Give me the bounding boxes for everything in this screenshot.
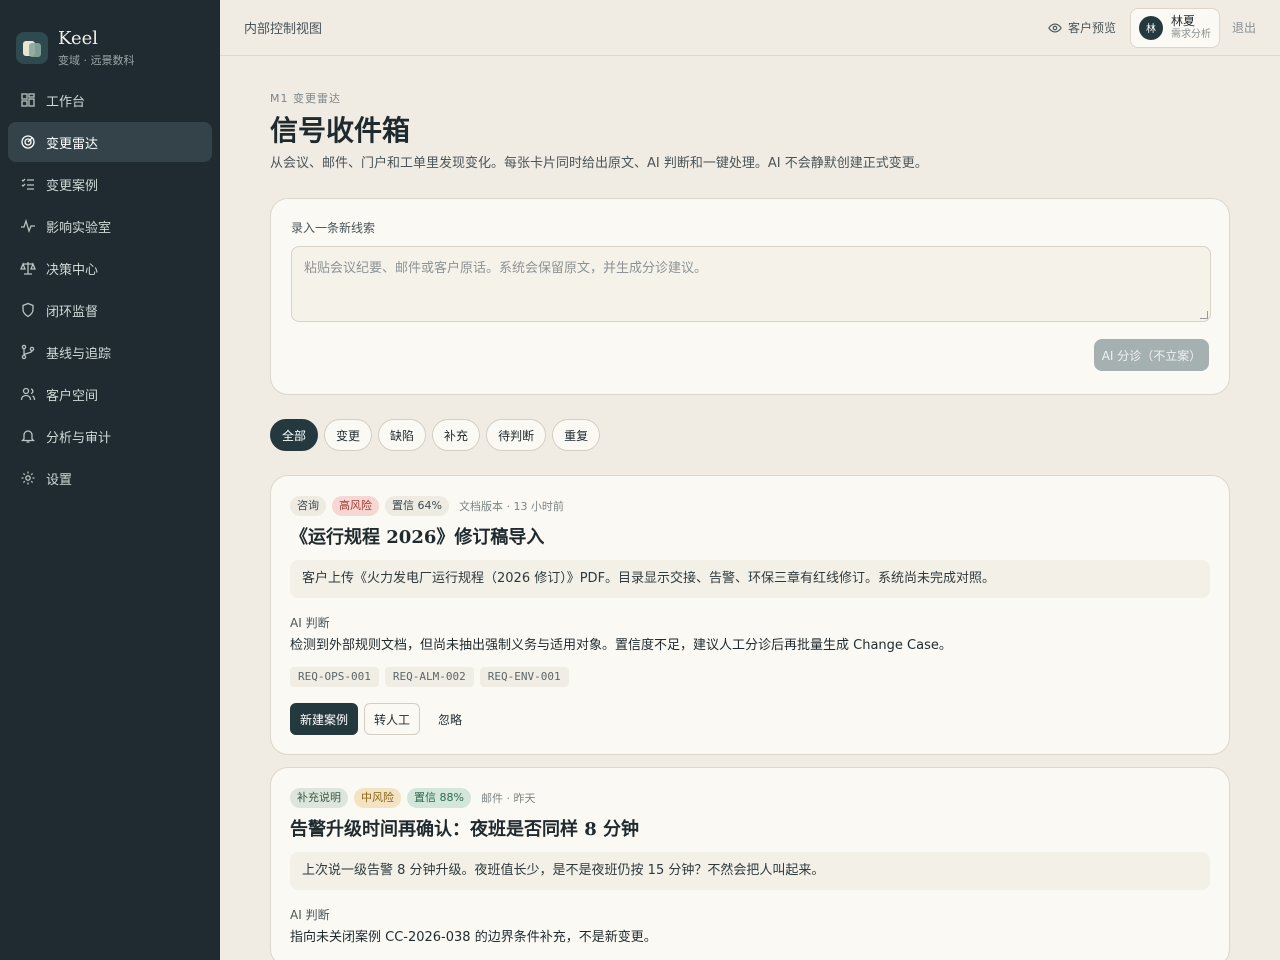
card-meta: 邮件 · 昨天 <box>480 792 536 805</box>
sidebar-item-change-radar[interactable]: 变更雷达 <box>8 122 212 162</box>
brand-subtitle: 变域 · 远景数科 <box>58 53 135 67</box>
sidebar: Keel 变域 · 远景数科 工作台 变更雷达 变更案例 影响实验室 决策中心 … <box>0 0 220 960</box>
source-quote: 客户上传《火力发电厂运行规程（2026 修订）》PDF。目录显示交接、告警、环保… <box>290 560 1210 598</box>
sidebar-item-label: 分析与审计 <box>46 430 112 446</box>
keel-logo-icon <box>16 32 48 64</box>
new-signal-label: 录入一条新线索 <box>291 221 376 235</box>
filter-tabs: 全部 变更 缺陷 补充 待判断 重复 <box>270 419 1230 451</box>
page-eyebrow: M1 变更雷达 <box>270 92 341 105</box>
type-badge: 咨询 <box>290 496 326 516</box>
card-tags: 咨询 高风险 置信 64% 文档版本 · 13 小时前 <box>290 496 1210 516</box>
ai-triage-button[interactable]: AI 分诊（不立案） <box>1094 339 1209 371</box>
card-actions: 新建案例 转人工 忽略 <box>290 703 1210 735</box>
source-quote: 上次说一级告警 8 分钟升级。夜班值长少，是不是夜班仍按 15 分钟？不然会把人… <box>290 852 1210 890</box>
ai-judgement-label: AI 判断 <box>290 908 330 922</box>
pulse-icon <box>20 218 36 234</box>
ai-judgement-text: 指向未关闭案例 CC-2026-038 的边界条件补充，不是新变更。 <box>290 930 657 945</box>
new-signal-textarea[interactable]: 粘贴会议纪要、邮件或客户原话。系统会保留原文，并生成分诊建议。 <box>291 246 1211 322</box>
customer-preview-label: 客户预览 <box>1067 21 1116 35</box>
sidebar-item-label: 设置 <box>46 472 73 488</box>
checklist-icon <box>20 176 36 192</box>
view-title: 内部控制视图 <box>244 22 323 37</box>
page-description: 从会议、邮件、门户和工单里发现变化。每张卡片同时给出原文、AI 判断和一键处理。… <box>270 156 928 171</box>
confidence-badge: 置信 64% <box>385 496 449 516</box>
sidebar-item-workbench[interactable]: 工作台 <box>8 80 212 120</box>
requirement-chip[interactable]: REQ-OPS-001 <box>290 667 379 687</box>
filter-pending[interactable]: 待判断 <box>486 419 547 451</box>
main-content: M1 变更雷达 信号收件箱 从会议、邮件、门户和工单里发现变化。每张卡片同时给出… <box>270 56 1230 960</box>
brand: Keel 变域 · 远景数科 <box>0 0 220 76</box>
avatar: 林 <box>1138 15 1163 40</box>
sidebar-item-decision-center[interactable]: 决策中心 <box>8 248 212 288</box>
filter-all[interactable]: 全部 <box>270 419 319 451</box>
user-role: 需求分析 <box>1170 29 1211 40</box>
sidebar-item-label: 闭环监督 <box>46 304 99 320</box>
brand-name: Keel <box>58 27 99 49</box>
risk-badge: 高风险 <box>332 496 379 516</box>
sidebar-item-settings[interactable]: 设置 <box>8 458 212 498</box>
card-title: 《运行规程 2026》修订稿导入 <box>290 527 545 548</box>
customer-preview-button[interactable]: 客户预览 <box>1048 19 1116 36</box>
filter-duplicate[interactable]: 重复 <box>552 419 601 451</box>
page-title: 信号收件箱 <box>270 114 411 147</box>
card-title: 告警升级时间再确认：夜班是否同样 8 分钟 <box>290 819 640 840</box>
new-signal-panel: 录入一条新线索 粘贴会议纪要、邮件或客户原话。系统会保留原文，并生成分诊建议。 … <box>270 198 1230 395</box>
card-meta: 文档版本 · 13 小时前 <box>458 500 564 513</box>
sidebar-item-label: 变更案例 <box>46 178 99 194</box>
requirement-refs: REQ-OPS-001 REQ-ALM-002 REQ-ENV-001 <box>290 667 1210 687</box>
shield-icon <box>20 302 36 318</box>
signal-card: 补充说明 中风险 置信 88% 邮件 · 昨天 告警升级时间再确认：夜班是否同样… <box>270 767 1230 960</box>
sidebar-item-label: 决策中心 <box>46 262 99 278</box>
ai-judgement-label: AI 判断 <box>290 616 330 630</box>
escalate-manual-button[interactable]: 转人工 <box>364 703 421 735</box>
user-name: 林夏 <box>1170 14 1195 28</box>
users-icon <box>20 386 36 402</box>
user-menu[interactable]: 林 林夏 需求分析 <box>1129 7 1220 48</box>
sidebar-item-baseline[interactable]: 基线与追踪 <box>8 332 212 372</box>
risk-badge: 中风险 <box>354 788 401 808</box>
ai-judgement-text: 检测到外部规则文档，但尚未抽出强制义务与适用对象。置信度不足，建议人工分诊后再批… <box>290 638 952 653</box>
signal-card: 咨询 高风险 置信 64% 文档版本 · 13 小时前 《运行规程 2026》修… <box>270 475 1230 755</box>
confidence-badge: 置信 88% <box>407 788 471 808</box>
type-badge: 补充说明 <box>290 788 348 808</box>
eye-icon <box>1048 22 1062 33</box>
radar-icon <box>20 134 36 150</box>
ignore-button[interactable]: 忽略 <box>426 703 474 735</box>
sidebar-item-label: 工作台 <box>46 94 86 110</box>
bell-icon <box>20 428 36 444</box>
sidebar-nav: 工作台 变更雷达 变更案例 影响实验室 决策中心 闭环监督 基线与追踪 客户空间… <box>0 76 220 504</box>
sidebar-item-customer-space[interactable]: 客户空间 <box>8 374 212 414</box>
dashboard-icon <box>20 92 36 108</box>
branch-icon <box>20 344 36 360</box>
sidebar-item-impact-lab[interactable]: 影响实验室 <box>8 206 212 246</box>
card-tags: 补充说明 中风险 置信 88% 邮件 · 昨天 <box>290 788 1210 808</box>
sidebar-item-label: 客户空间 <box>46 388 99 404</box>
sidebar-item-analytics[interactable]: 分析与审计 <box>8 416 212 456</box>
filter-defect[interactable]: 缺陷 <box>378 419 427 451</box>
sidebar-item-label: 基线与追踪 <box>46 346 112 362</box>
gear-icon <box>20 470 36 486</box>
filter-change[interactable]: 变更 <box>324 419 373 451</box>
requirement-chip[interactable]: REQ-ALM-002 <box>384 667 474 687</box>
topbar: 内部控制视图 客户预览 林 林夏 需求分析 退出 <box>220 0 1280 56</box>
logout-link[interactable]: 退出 <box>1232 19 1256 36</box>
sidebar-item-label: 变更雷达 <box>46 136 99 152</box>
scale-icon <box>20 260 36 276</box>
sidebar-item-closed-loop[interactable]: 闭环监督 <box>8 290 212 330</box>
create-case-button[interactable]: 新建案例 <box>290 703 359 735</box>
requirement-chip[interactable]: REQ-ENV-001 <box>479 667 569 687</box>
filter-supplement[interactable]: 补充 <box>432 419 481 451</box>
resize-handle-icon[interactable] <box>1200 311 1208 319</box>
textarea-placeholder: 粘贴会议纪要、邮件或客户原话。系统会保留原文，并生成分诊建议。 <box>304 261 708 276</box>
sidebar-item-label: 影响实验室 <box>46 220 112 236</box>
sidebar-item-change-cases[interactable]: 变更案例 <box>8 164 212 204</box>
